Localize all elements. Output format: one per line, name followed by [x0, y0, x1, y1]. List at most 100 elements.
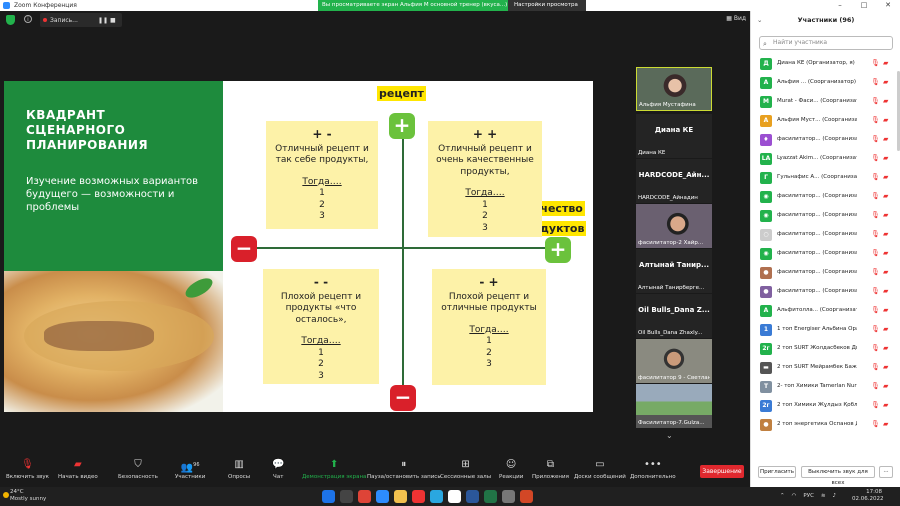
- network-icon[interactable]: ◠: [792, 489, 797, 503]
- video-tile[interactable]: Фасилитатор-7.Gulza...: [636, 384, 712, 428]
- mic-off-icon[interactable]: 🎙: [871, 287, 880, 295]
- mic-off-icon[interactable]: 🎙: [871, 363, 880, 371]
- mic-off-icon[interactable]: 🎙: [871, 97, 880, 105]
- apps-button[interactable]: ⧉ Приложения: [532, 459, 569, 480]
- video-tile[interactable]: HARDCODE_Айн... HARDCODE_Айнадин: [636, 159, 712, 203]
- participant-row[interactable]: 1 1 топ Energiser Альбина Ораз... 🎙▰: [751, 320, 900, 339]
- mic-off-icon[interactable]: 🎙: [871, 135, 880, 143]
- invite-button[interactable]: Пригласить: [758, 466, 796, 478]
- video-tile[interactable]: фасилитатор-2 Хайр...: [636, 204, 712, 248]
- participant-row[interactable]: ● фасилитатор... (Соорганизатор) 🎙▰: [751, 282, 900, 301]
- whiteboard-button[interactable]: ▭ Доски сообщений: [574, 459, 626, 480]
- view-options-button[interactable]: Настройки просмотра: [508, 0, 586, 11]
- camera-off-icon[interactable]: ▰: [883, 135, 888, 143]
- camera-off-icon[interactable]: ▰: [883, 325, 888, 333]
- participants-button[interactable]: 👥96 Участники: [175, 459, 205, 480]
- excel-icon[interactable]: [484, 490, 497, 503]
- volume-icon[interactable]: ♪: [833, 489, 837, 503]
- close-icon[interactable]: ✕: [876, 0, 900, 11]
- participant-row[interactable]: LA Lyazzat Akim... (Соорганизатор) 🎙▰: [751, 149, 900, 168]
- participant-row[interactable]: Д Диана КЕ (Организатор, я) 🎙 ▰: [751, 54, 900, 73]
- share-screen-button[interactable]: ⬆ Демонстрация экрана: [302, 459, 366, 480]
- camera-off-icon[interactable]: ▰: [883, 230, 888, 238]
- mic-off-icon[interactable]: 🎙: [871, 116, 880, 124]
- camera-off-icon[interactable]: ▰: [883, 192, 888, 200]
- camera-off-icon[interactable]: ▰: [883, 363, 888, 371]
- end-meeting-button[interactable]: Завершение: [700, 465, 744, 478]
- camera-off-icon[interactable]: ▰: [883, 211, 888, 219]
- participant-row[interactable]: А Альфия Муст... (Соорганизатор) 🎙▰: [751, 111, 900, 130]
- word-icon[interactable]: [466, 490, 479, 503]
- participant-row[interactable]: M Murat - Фаси... (Соорганизатор) 🎙▰: [751, 92, 900, 111]
- participant-row[interactable]: А Альфитолла... (Соорганизатор) 🎙▰: [751, 301, 900, 320]
- stop-recording-icon[interactable]: ■: [110, 17, 116, 24]
- reactions-button[interactable]: ☺ Реакции: [499, 459, 523, 480]
- more-button[interactable]: ••• Дополнительно: [630, 459, 676, 480]
- view-button[interactable]: ▦ Вид: [726, 15, 746, 22]
- camera-off-icon[interactable]: ▰: [883, 306, 888, 314]
- mic-off-icon[interactable]: 🎙: [871, 420, 880, 428]
- unmute-button[interactable]: 🎙 Включить звук: [6, 459, 49, 480]
- camera-off-icon[interactable]: ▰: [883, 97, 888, 105]
- zoom-taskbar-icon[interactable]: [376, 490, 389, 503]
- participant-row[interactable]: Т 2- топ Химики Tamerlan Nurla... 🎙▰: [751, 377, 900, 396]
- camera-off-icon[interactable]: ▰: [883, 59, 888, 67]
- participant-row[interactable]: ♦ фасилитатор... (Соорганизатор) 🎙▰: [751, 130, 900, 149]
- camera-off-icon[interactable]: ▰: [883, 344, 888, 352]
- video-tile[interactable]: Oil Bulls_Dana Z... Oil Bulls_Dana Zhaxl…: [636, 294, 712, 338]
- security-button[interactable]: ⛉ Безопасность: [118, 459, 158, 480]
- mic-off-icon[interactable]: 🎙: [871, 382, 880, 390]
- mic-off-icon[interactable]: 🎙: [871, 249, 880, 257]
- info-icon[interactable]: i: [24, 15, 32, 23]
- participant-row[interactable]: ● 2 топ энергетика Оспанов Диас 🎙▰: [751, 415, 900, 434]
- maximize-icon[interactable]: □: [852, 0, 876, 11]
- participant-row[interactable]: Г Гульнафис А... (Соорганизатор) 🎙▰: [751, 168, 900, 187]
- mic-off-icon[interactable]: 🎙: [871, 306, 880, 314]
- mic-off-icon[interactable]: 🎙: [871, 154, 880, 162]
- app-icon[interactable]: [448, 490, 461, 503]
- video-tile[interactable]: фасилитатор 9 - Светлан...: [636, 339, 712, 383]
- mic-off-icon[interactable]: 🎙: [871, 344, 880, 352]
- mic-off-icon[interactable]: 🎙: [871, 230, 880, 238]
- camera-off-icon[interactable]: ▰: [883, 420, 888, 428]
- chrome-icon[interactable]: [358, 490, 371, 503]
- camera-off-icon[interactable]: ▰: [883, 78, 888, 86]
- participant-row[interactable]: 2г 2 топ SURT Жолдасбеков Диас 🎙▰: [751, 339, 900, 358]
- panel-more-button[interactable]: ···: [879, 466, 893, 478]
- video-scroll-down-icon[interactable]: ⌄: [666, 431, 673, 440]
- video-tile[interactable]: Диана КЕ Диана КЕ: [636, 114, 712, 158]
- mic-off-icon[interactable]: 🎙: [871, 192, 880, 200]
- start-icon[interactable]: [322, 490, 335, 503]
- tray-chevron-icon[interactable]: ⌃: [780, 489, 785, 503]
- mute-all-button[interactable]: Выключить звук для всех: [801, 466, 875, 486]
- file-explorer-icon[interactable]: [394, 490, 407, 503]
- participant-row[interactable]: ◉ фасилитатор... (Соорганизатор) 🎙▰: [751, 187, 900, 206]
- mic-off-icon[interactable]: 🎙: [871, 325, 880, 333]
- opera-icon[interactable]: [412, 490, 425, 503]
- start-video-button[interactable]: ▰ Начать видео: [58, 459, 98, 480]
- participant-row[interactable]: А Альфия ... (Соорганизатор) 🎙 ▰: [751, 73, 900, 92]
- camera-off-icon[interactable]: ▰: [883, 287, 888, 295]
- wifi-icon[interactable]: ≋: [821, 489, 826, 503]
- mic-off-icon[interactable]: 🎙: [871, 401, 880, 409]
- participant-row[interactable]: ○ фасилитатор... (Соорганизатор) 🎙▰: [751, 225, 900, 244]
- security-shield-icon[interactable]: [6, 15, 15, 25]
- powerpoint-icon[interactable]: [520, 490, 533, 503]
- mic-off-icon[interactable]: 🎙: [871, 268, 880, 276]
- pause-recording-icon[interactable]: ❚❚: [98, 17, 108, 24]
- clock[interactable]: 17:08 02.06.2022: [852, 489, 884, 503]
- camera-off-icon[interactable]: ▰: [883, 154, 888, 162]
- participant-row[interactable]: ● фасилитатор... (Соорганизатор) 🎙▰: [751, 263, 900, 282]
- camera-off-icon[interactable]: ▰: [883, 249, 888, 257]
- mic-off-icon[interactable]: 🎙: [871, 59, 880, 67]
- mic-off-icon[interactable]: 🎙: [871, 173, 880, 181]
- minimize-icon[interactable]: –: [828, 0, 852, 11]
- video-tile[interactable]: Альфия Мустафина: [636, 67, 712, 111]
- search-taskbar-icon[interactable]: [340, 490, 353, 503]
- participant-search-input[interactable]: ⌕ Найти участника: [759, 36, 893, 50]
- weather-widget[interactable]: 24°C Mostly sunny: [3, 489, 46, 503]
- camera-off-icon[interactable]: ▰: [883, 401, 888, 409]
- camera-off-icon[interactable]: ▰: [883, 268, 888, 276]
- camera-off-icon[interactable]: ▰: [883, 382, 888, 390]
- breakout-rooms-button[interactable]: ⊞ Сессионные залы: [440, 459, 491, 480]
